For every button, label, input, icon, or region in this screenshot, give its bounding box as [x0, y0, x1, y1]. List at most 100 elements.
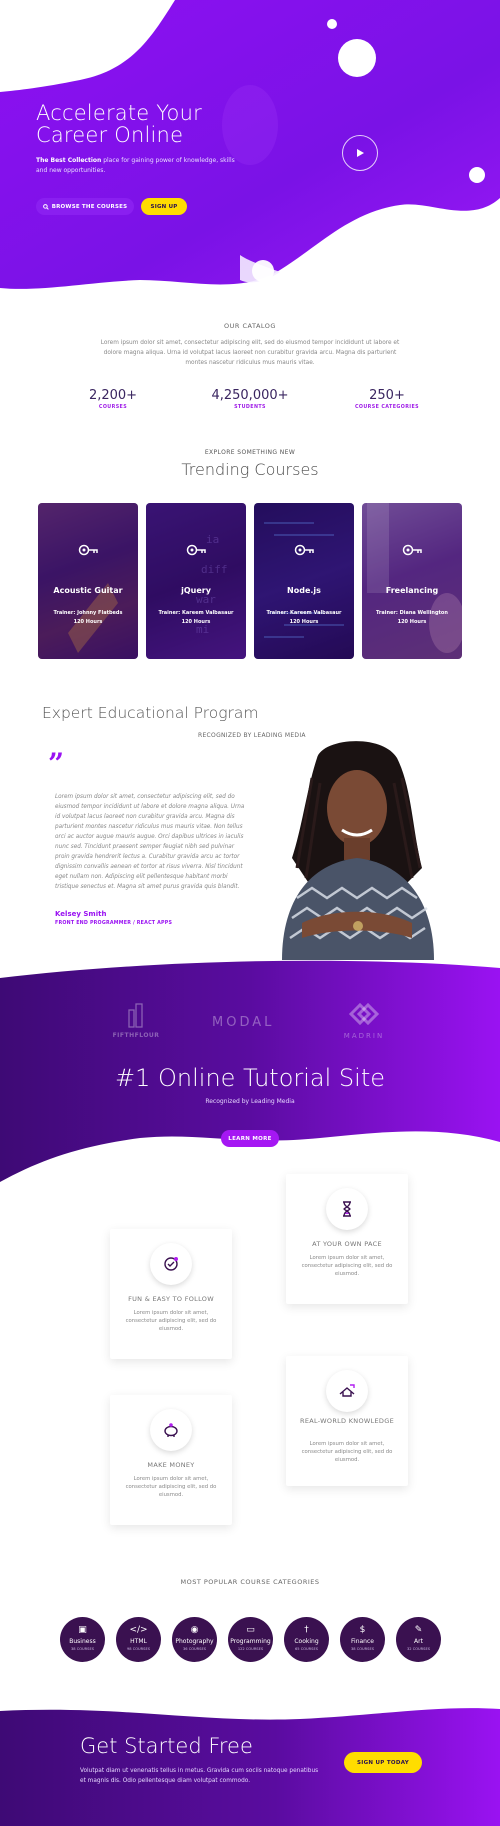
signup-button[interactable]: SIGN UP	[141, 198, 187, 215]
hero-title: Accelerate Your Career Online	[36, 102, 276, 146]
hero-section: Accelerate Your Career Online The Best C…	[0, 0, 500, 300]
search-icon	[42, 203, 49, 210]
hero-title-line2: Career Online	[36, 123, 184, 147]
feature-title: FUN & EASY TO FOLLOW	[128, 1295, 214, 1303]
stat-label: STUDENTS	[234, 405, 266, 410]
laptop-icon: ▭	[246, 1625, 255, 1635]
category-count: 38 COURSES	[70, 1647, 94, 1651]
course-trainer: Trainer: Johnny Flatbeds	[53, 610, 123, 616]
course-card-nodejs[interactable]: Node.js Trainer: Kareem Valbasaur 120 Ho…	[254, 503, 354, 659]
category-cooking[interactable]: † Cooking 65 COURSES	[284, 1617, 329, 1662]
course-trainer: Trainer: Kareem Valbasaur	[266, 610, 342, 616]
course-hours: 120 Hours	[289, 619, 319, 625]
feature-title: AT YOUR OWN PACE	[312, 1240, 382, 1248]
category-count: 122 COURSES	[237, 1647, 264, 1651]
category-programming[interactable]: ▭ Programming 122 COURSES	[228, 1617, 273, 1662]
category-art[interactable]: ✎ Art 32 COURSES	[396, 1617, 441, 1662]
category-count: 65 COURSES	[294, 1647, 318, 1651]
feature-text: Lorem ipsum dolor sit amet, consectetur …	[301, 1441, 393, 1463]
page: Accelerate Your Career Online The Best C…	[0, 0, 500, 1826]
category-name: HTML	[130, 1638, 147, 1645]
feature-card-own-pace: AT YOUR OWN PACE Lorem ipsum dolor sit a…	[286, 1174, 408, 1304]
feature-title: REAL-WORLD KNOWLEDGE	[300, 1417, 394, 1425]
logo-text: MADRIN	[343, 1032, 385, 1040]
browse-courses-button[interactable]: BROWSE THE COURSES	[36, 198, 134, 215]
card-overlay	[362, 503, 462, 659]
feature-card-make-money: MAKE MONEY Lorem ipsum dolor sit amet, c…	[110, 1395, 232, 1525]
category-count: 32 COURSES	[406, 1647, 430, 1651]
play-video-button[interactable]	[342, 135, 378, 171]
category-photography[interactable]: ◉ Photography 36 COURSES	[172, 1617, 217, 1662]
diamond-logo-icon	[348, 1002, 380, 1026]
feature-title: MAKE MONEY	[147, 1461, 195, 1469]
stat-value: 4,250,000+	[211, 388, 289, 403]
course-card-freelancing[interactable]: Freelancing Trainer: Diana Wellington 12…	[362, 503, 462, 659]
key-icon	[254, 541, 354, 560]
course-card-jquery[interactable]: ia diff war mi jQuery Trainer: Kareem Valba…	[146, 503, 246, 659]
logo-madrin: MADRIN	[338, 1000, 390, 1040]
category-name: Photography	[175, 1638, 214, 1645]
quote-icon: ”	[48, 747, 65, 780]
course-hours: 120 Hours	[181, 619, 211, 625]
building-icon	[128, 1003, 143, 1028]
feature-text: Lorem ipsum dolor sit amet, consectetur …	[301, 1255, 393, 1277]
category-business[interactable]: ▣ Business 38 COURSES	[60, 1617, 105, 1662]
testimonial-role: FRONT END PROGRAMMER / REACT APPS	[55, 921, 173, 926]
logo-modal: MODAL	[212, 1015, 275, 1030]
testimonial-portrait	[282, 741, 434, 960]
course-hours: 120 Hours	[73, 619, 103, 625]
course-hours: 120 Hours	[397, 619, 427, 625]
category-name: Art	[414, 1638, 423, 1645]
hero-subtitle: The Best Collection place for gaining po…	[36, 156, 236, 176]
cta-text: Volutpat diam ut venenatis tellus in met…	[80, 1768, 319, 1784]
testimonial-text: Lorem ipsum dolor sit amet, consectetur …	[55, 794, 245, 890]
course-name: jQuery	[181, 586, 211, 595]
logo-text: FIFTHFLOUR	[112, 1032, 160, 1039]
dollar-icon: $	[359, 1625, 366, 1635]
play-icon	[357, 149, 364, 157]
svg-text:diff: diff	[201, 563, 228, 576]
cutlery-icon: †	[304, 1625, 309, 1635]
course-card-acoustic-guitar[interactable]: Acoustic Guitar Trainer: Johnny Flatbeds…	[38, 503, 138, 659]
band-title: #1 Online Tutorial Site	[115, 1064, 385, 1092]
expert-title: Expert Educational Program	[42, 704, 259, 722]
key-icon	[146, 541, 246, 560]
category-name: Cooking	[294, 1638, 319, 1645]
category-name: Programming	[230, 1638, 271, 1645]
feature-card-real-world: REAL-WORLD KNOWLEDGE Lorem ipsum dolor s…	[286, 1356, 408, 1486]
card-overlay: iadiffwarmi	[146, 503, 246, 659]
hourglass-icon	[326, 1188, 368, 1230]
category-count: 98 COURSES	[126, 1647, 150, 1651]
stat-categories: 250+ COURSE CATEGORIES	[327, 388, 447, 410]
briefcase-icon: ▣	[78, 1625, 87, 1635]
course-name: Node.js	[287, 586, 321, 595]
course-name: Freelancing	[385, 586, 439, 595]
logo-fifthflour: FIFTHFLOUR	[112, 1002, 160, 1039]
browse-courses-label: BROWSE THE COURSES	[51, 203, 128, 210]
feature-text: Lorem ipsum dolor sit amet, consectetur …	[125, 1476, 217, 1498]
band-subtitle: Recognized by Leading Media	[205, 1098, 295, 1105]
course-name: Acoustic Guitar	[53, 586, 123, 595]
stat-courses: 2,200+ COURSES	[53, 388, 173, 410]
catalog-label: OUR CATALOG	[224, 322, 276, 330]
brush-icon: ✎	[414, 1625, 423, 1635]
signup-today-button[interactable]: SIGN UP TODAY	[344, 1752, 422, 1773]
category-count: 38 COURSES	[350, 1647, 374, 1651]
feature-text: Lorem ipsum dolor sit amet, consectetur …	[125, 1310, 217, 1332]
learn-more-button[interactable]: LEARN MORE	[221, 1130, 279, 1147]
stat-students: 4,250,000+ STUDENTS	[190, 388, 310, 410]
category-finance[interactable]: $ Finance 38 COURSES	[340, 1617, 385, 1662]
key-icon	[362, 541, 462, 560]
key-icon	[38, 541, 138, 560]
code-icon: </>	[129, 1625, 148, 1635]
catalog-text: Lorem ipsum dolor sit amet, consectetur …	[100, 340, 400, 366]
course-trainer: Trainer: Diana Wellington	[376, 610, 448, 616]
category-html[interactable]: </> HTML 98 COURSES	[116, 1617, 161, 1662]
category-count: 36 COURSES	[182, 1647, 206, 1651]
hero-title-line1: Accelerate Your	[36, 101, 202, 125]
hero-subtitle-bold: The Best Collection	[36, 157, 102, 164]
stat-label: COURSES	[98, 405, 128, 410]
piggy-bank-icon	[150, 1409, 192, 1451]
trending-title: Trending Courses	[181, 460, 319, 479]
category-name: Business	[69, 1638, 96, 1645]
